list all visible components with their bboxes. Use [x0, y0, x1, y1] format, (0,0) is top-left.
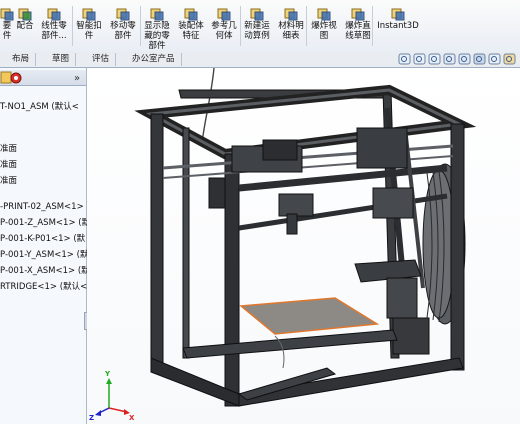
command-manager-tabs: 布局 草图 评估 办公室产品	[0, 52, 520, 68]
mate-icon	[18, 8, 32, 21]
toolbar-separator	[140, 6, 141, 46]
bill-of-materials-icon	[284, 8, 298, 21]
toolbar-button-new-motion-study[interactable]: 新建运 动算例	[240, 4, 274, 50]
toolbar-button-label: 要 件	[2, 21, 12, 41]
toolbar-button-label: 线性零 部件...	[41, 21, 67, 41]
toolbar-button-label: Instant3D	[377, 21, 419, 31]
toolbar-button-assembly-features[interactable]: 装配体 特征	[174, 4, 208, 50]
manager-tabs: »	[0, 70, 86, 86]
toolbar-separator	[372, 6, 373, 46]
toolbar-button-label: 智能扣 件	[76, 21, 102, 41]
toolbar-button-show-hidden[interactable]: 显示隐 藏的零 部件	[140, 4, 174, 51]
toolbar-button-label: 新建运 动算例	[244, 21, 270, 41]
toolbar-button-instant3d[interactable]: Instant3D	[376, 4, 420, 50]
previous-view-icon[interactable]	[428, 53, 441, 65]
assembly-features-icon	[184, 8, 198, 21]
tree-item[interactable]: -PRINT-02_ASM<1>	[0, 202, 84, 213]
toolbar-button-explode-line-sketch[interactable]: 爆炸直 线草图	[340, 4, 376, 50]
print-bed	[239, 297, 380, 335]
show-hidden-icon	[150, 8, 164, 21]
move-component-icon	[116, 8, 130, 21]
zoom-area-icon[interactable]	[413, 53, 426, 65]
exploded-view-icon	[317, 8, 331, 21]
tree-item[interactable]: RTRIDGE<1> (默认<	[0, 282, 87, 293]
smart-fasteners-icon	[82, 8, 96, 21]
toolbar-button-label: 材料明 细表	[278, 21, 304, 41]
toolbar-separator	[240, 6, 241, 46]
toolbar-button-label: 爆炸视 图	[311, 21, 337, 41]
view-orientation-icon[interactable]	[458, 53, 471, 65]
property-manager-icon[interactable]	[0, 71, 12, 84]
hide-show-icon[interactable]	[488, 53, 501, 65]
toolbar-button-mate[interactable]: 配合	[14, 4, 36, 50]
tree-item[interactable]: 准面	[0, 176, 17, 187]
section-view-icon[interactable]	[443, 53, 456, 65]
toolbar-button-reference-geometry[interactable]: 参考几 何体	[208, 4, 240, 50]
zoom-to-fit-icon[interactable]	[398, 53, 411, 65]
toolbar-separator	[306, 6, 307, 46]
tree-item[interactable]: P-001-X_ASM<1> (默	[0, 266, 90, 277]
axis-label-x: X	[129, 414, 135, 422]
configuration-manager-icon[interactable]	[10, 72, 22, 84]
tab-sketch[interactable]: 草图	[46, 53, 77, 66]
axis-label-y: Y	[104, 370, 111, 378]
instant3d-icon	[391, 8, 405, 21]
display-style-icon[interactable]	[473, 53, 486, 65]
explode-line-sketch-icon	[351, 8, 365, 21]
linear-pattern-icon	[47, 8, 61, 21]
toolbar-button-label: 参考几 何体	[211, 21, 237, 41]
tab-office-products[interactable]: 办公室产品	[126, 53, 182, 66]
tree-item[interactable]: 准面	[0, 160, 17, 171]
reference-geometry-icon	[217, 8, 231, 21]
tree-item[interactable]: P-001-K-P01<1> (默	[0, 234, 85, 245]
printer-3d-model[interactable]: Y X Z	[87, 68, 520, 424]
axis-triad: Y X Z	[89, 370, 135, 422]
new-motion-study-icon	[250, 8, 264, 21]
toolbar-button-move-component[interactable]: 移动零 部件	[106, 4, 140, 50]
tab-evaluate[interactable]: 评估	[86, 53, 117, 66]
tree-item[interactable]: T-NO1_ASM (默认<	[0, 102, 79, 113]
edit-appearance-icon[interactable]	[503, 53, 516, 65]
tree-item[interactable]: P-001-Y_ASM<1> (默	[0, 250, 88, 261]
command-manager-toolbar: 要 件配合 线性零 部件... 智能扣 件移动零 部件 显示隐 藏的零 部件 装配体 特…	[0, 0, 520, 53]
toolbar-button-exploded-view[interactable]: 爆炸视 图	[308, 4, 340, 50]
manager-tab-icons: »	[0, 71, 80, 84]
toolbar-button-smart-fasteners[interactable]: 智能扣 件	[72, 4, 106, 50]
axis-label-z: Z	[89, 414, 94, 422]
toolbar-button-label: 装配体 特征	[178, 21, 204, 41]
toolbar-button-label: 配合	[16, 21, 34, 31]
heads-up-view-toolbar	[396, 53, 516, 66]
frame-top	[134, 84, 477, 160]
toolbar-button-bill-of-materials[interactable]: 材料明 细表	[274, 4, 308, 50]
toolbar-button-linear-pattern[interactable]: 线性零 部件...	[36, 4, 72, 50]
graphics-area[interactable]: Y X Z	[87, 68, 520, 424]
toolbar-button-insert-component[interactable]: 要 件	[0, 4, 14, 50]
toolbar-separator	[72, 6, 73, 46]
toolbar-button-label: 移动零 部件	[110, 21, 136, 41]
tab-layout[interactable]: 布局	[6, 53, 37, 66]
tree-item[interactable]: P-001-Z_ASM<1> (默	[0, 218, 90, 229]
tree-item[interactable]: 准面	[0, 144, 17, 155]
toolbar-button-label: 爆炸直 线草图	[345, 21, 371, 41]
toolbar-button-label: 显示隐 藏的零 部件	[144, 21, 170, 51]
feature-manager-panel: » T-NO1_ASM (默认< 准面 准面 准面 -PRINT-02_ASM<1> P-…	[0, 68, 90, 424]
collapse-panel-icon[interactable]: »	[74, 73, 80, 84]
insert-component-icon	[0, 8, 14, 21]
